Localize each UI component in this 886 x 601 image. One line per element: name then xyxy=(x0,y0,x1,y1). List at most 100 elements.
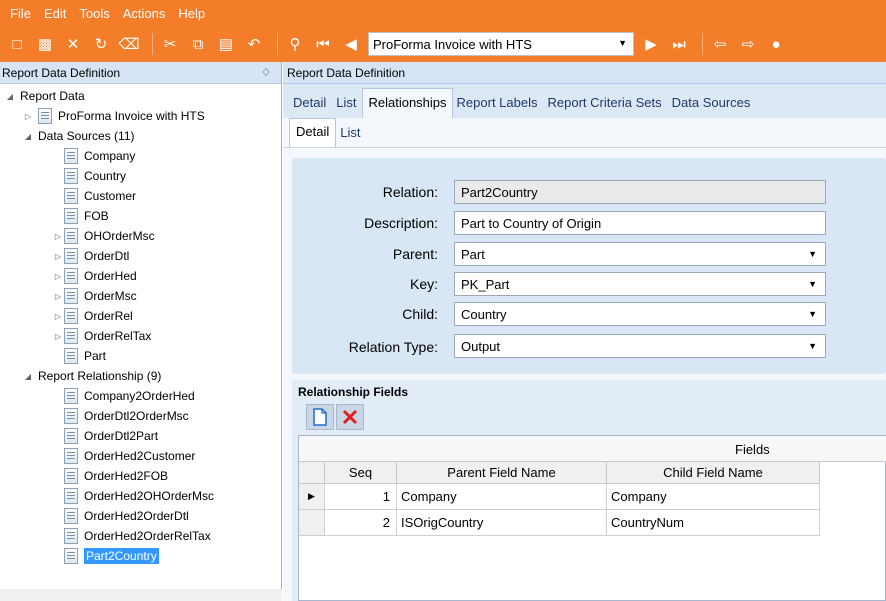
cell-child-field[interactable]: CountryNum xyxy=(607,510,820,536)
back-icon[interactable]: ⇦ xyxy=(709,33,731,55)
relation-field[interactable]: Part2Country xyxy=(454,180,826,204)
cell-seq[interactable]: 2 xyxy=(325,510,397,536)
menu-actions[interactable]: Actions xyxy=(123,6,166,21)
expand-icon[interactable]: ▷ xyxy=(22,112,34,121)
tree-item[interactable]: OrderHed2Customer xyxy=(52,446,195,466)
cell-child-field[interactable]: Company xyxy=(607,484,820,510)
menu-help[interactable]: Help xyxy=(178,6,205,21)
left-panel-title: Report Data Definition xyxy=(2,65,121,80)
tree-item[interactable]: ▷ OrderHed xyxy=(52,266,137,286)
home-icon[interactable]: ● xyxy=(765,33,787,55)
data-icon xyxy=(64,508,78,524)
row-indicator[interactable] xyxy=(299,510,325,536)
relation-type-select[interactable]: Output ▼ xyxy=(454,334,826,358)
parent-row: Parent: xyxy=(292,242,442,266)
tree-item[interactable]: Customer xyxy=(52,186,136,206)
expand-icon[interactable]: ▷ xyxy=(52,292,64,301)
expand-icon[interactable]: ▷ xyxy=(52,272,64,281)
child-select[interactable]: Country ▼ xyxy=(454,302,826,326)
toolbar-divider xyxy=(702,33,703,55)
chevron-down-icon: ▼ xyxy=(808,341,817,351)
tree-item[interactable]: ▷ OrderDtl xyxy=(52,246,129,266)
tab-report-criteria-sets[interactable]: Report Criteria Sets xyxy=(543,95,667,118)
first-icon[interactable]: ⏮ xyxy=(312,33,334,55)
tab-report-labels[interactable]: Report Labels xyxy=(453,95,544,118)
tree-node-relationships[interactable]: ◢ Report Relationship (9) xyxy=(22,366,161,386)
cut-icon[interactable]: ✂ xyxy=(159,33,181,55)
tab-data-sources[interactable]: Data Sources xyxy=(668,95,757,118)
row-indicator-icon[interactable]: ▶ xyxy=(299,484,325,510)
cell-seq[interactable]: 1 xyxy=(325,484,397,510)
collapse-icon[interactable]: ◢ xyxy=(22,372,34,381)
refresh-icon[interactable]: ↻ xyxy=(90,33,112,55)
column-header-child-field[interactable]: Child Field Name xyxy=(607,462,820,484)
column-header-parent-field[interactable]: Parent Field Name xyxy=(397,462,607,484)
report-selector[interactable]: ProForma Invoice with HTS ▼ xyxy=(368,32,634,56)
tree-item[interactable]: OrderHed2OHOrderMsc xyxy=(52,486,214,506)
next-icon[interactable]: ▶ xyxy=(640,33,662,55)
tree-item[interactable]: ▷ OrderMsc xyxy=(52,286,137,306)
menu-bar: File Edit Tools Actions Help xyxy=(0,0,886,26)
tree-item[interactable]: ▷ OrderRelTax xyxy=(52,326,151,346)
tree-item[interactable]: FOB xyxy=(52,206,109,226)
undo-icon[interactable]: ↶ xyxy=(243,33,265,55)
tree-item[interactable]: OrderHed2FOB xyxy=(52,466,168,486)
tree-node-report[interactable]: ▷ ProForma Invoice with HTS xyxy=(22,106,205,126)
column-header-seq[interactable]: Seq xyxy=(325,462,397,484)
search-icon[interactable]: ⚲ xyxy=(284,33,306,55)
data-icon xyxy=(64,248,78,264)
report-selector-value: ProForma Invoice with HTS xyxy=(373,36,532,52)
last-icon[interactable]: ⏭ xyxy=(668,33,690,55)
delete-field-button[interactable] xyxy=(336,404,364,430)
data-icon xyxy=(64,328,78,344)
tree-item[interactable]: OrderHed2OrderRelTax xyxy=(52,526,211,546)
tree-item[interactable]: Country xyxy=(52,166,126,186)
tree-item[interactable]: ▷ OHOrderMsc xyxy=(52,226,155,246)
menu-file[interactable]: File xyxy=(10,6,31,21)
forward-icon[interactable]: ⇨ xyxy=(737,33,759,55)
key-select[interactable]: PK_Part ▼ xyxy=(454,272,826,296)
menu-edit[interactable]: Edit xyxy=(44,6,66,21)
tab-detail[interactable]: Detail xyxy=(289,95,332,118)
chevron-down-icon: ▼ xyxy=(618,38,627,48)
tree-node-report-data[interactable]: ◢ Report Data xyxy=(4,86,85,106)
clear-icon[interactable]: ⌫ xyxy=(118,33,140,55)
prev-icon[interactable]: ◀ xyxy=(340,33,362,55)
subtab-list[interactable]: List xyxy=(336,125,368,147)
collapse-icon[interactable]: ◢ xyxy=(22,132,34,141)
tab-relationships[interactable]: Relationships xyxy=(362,88,453,118)
tree-item[interactable]: OrderDtl2OrderMsc xyxy=(52,406,189,426)
tree-item[interactable]: Company2OrderHed xyxy=(52,386,195,406)
new-icon[interactable]: □ xyxy=(6,33,28,55)
grid-corner xyxy=(299,462,325,484)
pin-icon[interactable]: ♢ xyxy=(261,66,271,79)
collapse-icon[interactable]: ◢ xyxy=(4,92,16,101)
data-icon xyxy=(64,428,78,444)
paste-icon[interactable]: ▤ xyxy=(215,33,237,55)
tree-item[interactable]: Part xyxy=(52,346,106,366)
delete-icon[interactable]: ✕ xyxy=(62,33,84,55)
expand-icon[interactable]: ▷ xyxy=(52,232,64,241)
tree-item[interactable]: OrderDtl2Part xyxy=(52,426,158,446)
description-field[interactable]: Part to Country of Origin xyxy=(454,211,826,235)
description-label: Description: xyxy=(364,215,438,231)
tree-item[interactable]: OrderHed2OrderDtl xyxy=(52,506,189,526)
copy-icon[interactable]: ⧉ xyxy=(187,33,209,55)
save-icon[interactable]: ▩ xyxy=(34,33,56,55)
tree-item-selected[interactable]: Part2Country xyxy=(52,546,159,566)
expand-icon[interactable]: ▷ xyxy=(52,252,64,261)
tree-item[interactable]: ▷ OrderRel xyxy=(52,306,133,326)
tree-item[interactable]: Company xyxy=(52,146,135,166)
expand-icon[interactable]: ▷ xyxy=(52,312,64,321)
right-panel-title: Report Data Definition xyxy=(287,65,406,80)
new-field-button[interactable] xyxy=(306,404,334,430)
cell-parent-field[interactable]: Company xyxy=(397,484,607,510)
subtab-detail[interactable]: Detail xyxy=(289,118,337,147)
cell-parent-field[interactable]: ISOrigCountry xyxy=(397,510,607,536)
menu-tools[interactable]: Tools xyxy=(79,6,109,21)
tree-node-data-sources[interactable]: ◢ Data Sources (11) xyxy=(22,126,135,146)
parent-select[interactable]: Part ▼ xyxy=(454,242,826,266)
tab-list[interactable]: List xyxy=(332,95,362,118)
expand-icon[interactable]: ▷ xyxy=(52,332,64,341)
horizontal-scrollbar[interactable] xyxy=(0,589,282,601)
